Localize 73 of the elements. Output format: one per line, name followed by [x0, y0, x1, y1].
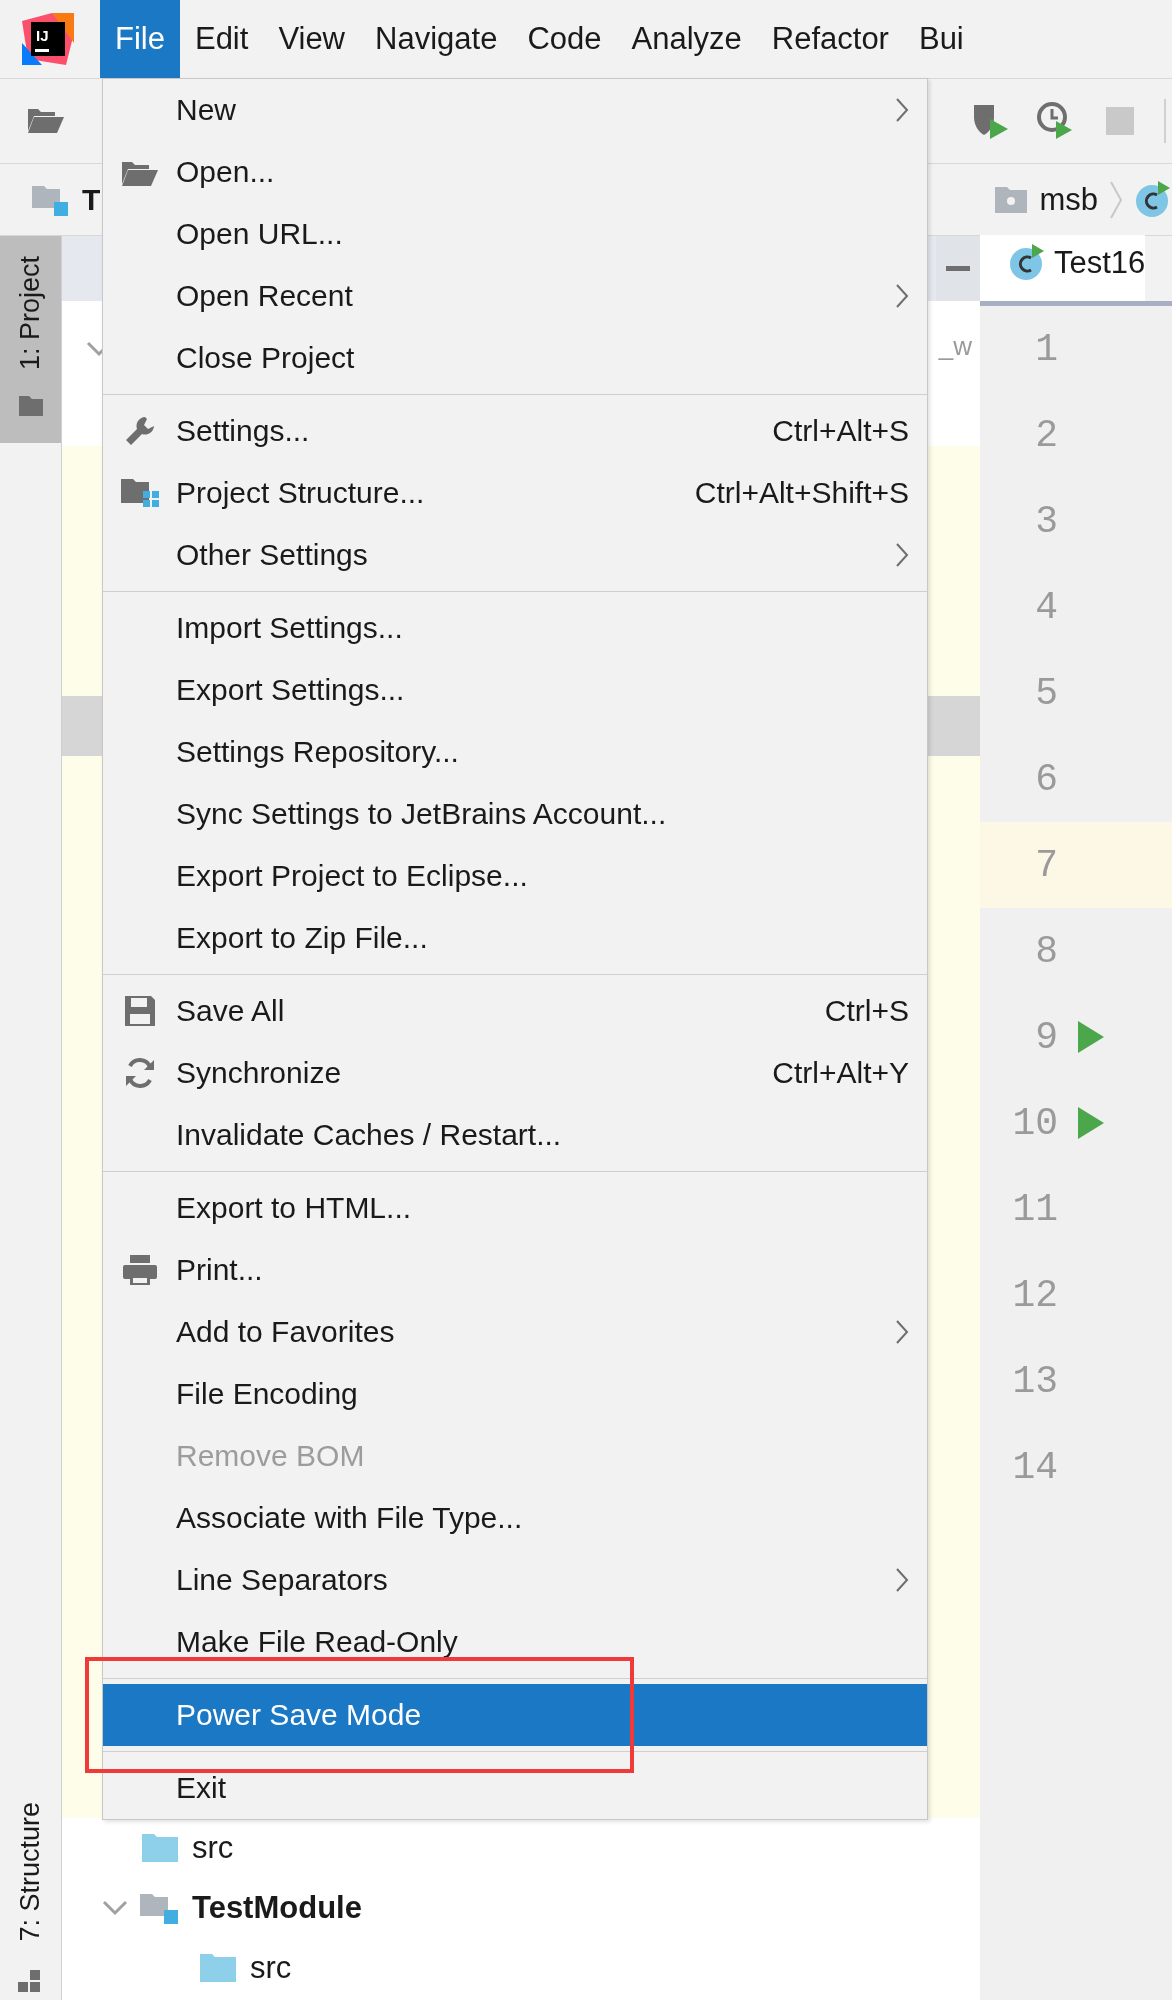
tree-item[interactable]: src	[192, 1830, 234, 1866]
menu-item[interactable]: Export to Zip File...	[103, 907, 927, 969]
chevron-right-icon	[1108, 179, 1124, 220]
run-icon[interactable]	[1076, 1105, 1106, 1141]
menu-item[interactable]: Open Recent	[103, 265, 927, 327]
menu-item[interactable]: New	[103, 79, 927, 141]
menu-item[interactable]: Exit	[103, 1757, 927, 1819]
menu-item[interactable]: Export to HTML...	[103, 1177, 927, 1239]
menu-item[interactable]: Add to Favorites	[103, 1301, 927, 1363]
run-icon[interactable]	[1076, 1019, 1106, 1055]
menu-item[interactable]: Sync Settings to JetBrains Account...	[103, 783, 927, 845]
menu-item[interactable]: Invalidate Caches / Restart...	[103, 1104, 927, 1166]
menu-item[interactable]: Settings... Ctrl+Alt+S	[103, 400, 927, 462]
breadcrumb-item[interactable]: msb	[1039, 181, 1098, 218]
menu-bar-item[interactable]: Refactor	[756, 0, 904, 78]
menu-item[interactable]: Export Project to Eclipse...	[103, 845, 927, 907]
menu-bar-item[interactable]: Analyze	[616, 0, 757, 78]
shortcut-text: Ctrl+Alt+Shift+S	[694, 476, 909, 510]
project-structure-icon	[118, 477, 161, 509]
line-number: 14	[1011, 1445, 1058, 1489]
menu-item[interactable]: Import Settings...	[103, 597, 927, 659]
menu-item[interactable]: Save All Ctrl+S	[103, 980, 927, 1042]
editor-tab[interactable]: Test16	[980, 235, 1146, 301]
shortcut-text: Ctrl+S	[824, 994, 909, 1028]
line-number: 10	[1011, 1101, 1058, 1145]
line-number: 1	[1034, 327, 1058, 371]
menu-item[interactable]: Power Save Mode	[103, 1684, 927, 1746]
tree-item-text: _w	[938, 331, 972, 362]
menu-bar-item[interactable]: Bui	[903, 0, 979, 78]
menu-bar-item[interactable]: Navigate	[360, 0, 513, 78]
chevron-down-icon[interactable]	[102, 1900, 128, 1916]
printer-icon	[120, 1253, 159, 1287]
menu-item[interactable]: Synchronize Ctrl+Alt+Y	[103, 1042, 927, 1104]
line-number: 2	[1034, 413, 1058, 457]
line-number: 12	[1011, 1273, 1058, 1317]
menu-item[interactable]: Line Separators	[103, 1549, 927, 1611]
shortcut-text: Ctrl+Alt+S	[772, 414, 909, 448]
menu-item[interactable]: File Encoding	[103, 1363, 927, 1425]
breadcrumb-item[interactable]: T	[82, 182, 101, 217]
menu-item[interactable]: Make File Read-Only	[103, 1611, 927, 1673]
app-logo: IJ	[22, 13, 74, 65]
menu-item[interactable]: Settings Repository...	[103, 721, 927, 783]
menu-item[interactable]: Close Project	[103, 327, 927, 389]
line-number: 4	[1034, 585, 1058, 629]
menu-bar-item[interactable]: Code	[512, 0, 617, 78]
shortcut-text: Ctrl+Alt+Y	[772, 1056, 909, 1090]
menu-item[interactable]: Open...	[103, 141, 927, 203]
line-number: 8	[1034, 929, 1058, 973]
menu-bar-item[interactable]: File	[100, 0, 180, 78]
menu-item[interactable]: Project Structure... Ctrl+Alt+Shift+S	[103, 462, 927, 524]
line-number: 6	[1034, 757, 1058, 801]
folder-icon	[993, 184, 1030, 215]
menu-item[interactable]: Print...	[103, 1239, 927, 1301]
menu-item[interactable]: Other Settings	[103, 524, 927, 586]
tree-item[interactable]: TestModule	[192, 1890, 362, 1926]
line-number: 9	[1034, 1015, 1058, 1059]
tool-window-tab[interactable]: 1: Project	[0, 236, 61, 443]
minimize-icon[interactable]	[946, 265, 970, 272]
line-number: 11	[1011, 1187, 1058, 1231]
class-icon	[1134, 180, 1172, 219]
menu-item[interactable]: Associate with File Type...	[103, 1487, 927, 1549]
line-number: 13	[1011, 1359, 1058, 1403]
tree-item[interactable]: src	[250, 1950, 292, 1986]
folder-icon	[16, 394, 45, 419]
menu-bar-item[interactable]: Edit	[179, 0, 264, 78]
class-icon	[1008, 244, 1046, 282]
tool-window-tab[interactable]: 7: Structure	[0, 1782, 61, 1962]
menu-item[interactable]: Open URL...	[103, 203, 927, 265]
line-number: 5	[1034, 671, 1058, 715]
line-number: 7	[1034, 843, 1058, 887]
menu-item[interactable]: Export Settings...	[103, 659, 927, 721]
menu-bar-item[interactable]: View	[263, 0, 360, 78]
line-number: 3	[1034, 499, 1058, 543]
